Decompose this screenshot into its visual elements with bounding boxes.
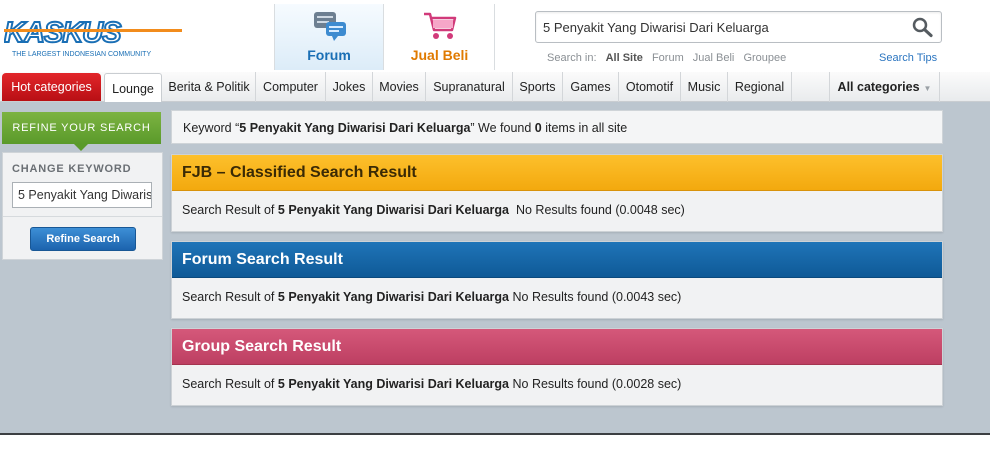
search-summary: Keyword “5 Penyakit Yang Diwarisi Dari K… bbox=[171, 110, 943, 144]
forum-result-panel: Forum Search Result Search Result of 5 P… bbox=[171, 241, 943, 319]
logo-wordmark: KASKUS bbox=[4, 18, 122, 49]
category-music[interactable]: Music bbox=[681, 72, 728, 102]
result-keyword: 5 Penyakit Yang Diwarisi Dari Keluarga bbox=[277, 377, 510, 391]
category-jokes[interactable]: Jokes bbox=[326, 72, 373, 102]
fjb-result-title: FJB – Classified Search Result bbox=[172, 155, 942, 191]
header-tab-forum[interactable]: Forum bbox=[274, 4, 384, 70]
search-scope-label: Search in: bbox=[547, 52, 597, 64]
result-prefix: Search Result of bbox=[182, 203, 278, 217]
refine-tab-pointer bbox=[74, 144, 88, 151]
shopping-cart-icon bbox=[424, 12, 457, 39]
search-input[interactable] bbox=[536, 12, 896, 42]
search-icon bbox=[912, 17, 933, 38]
result-status: No Results found (0.0043 sec) bbox=[509, 290, 682, 304]
search-tips-link[interactable]: Search Tips bbox=[879, 52, 937, 64]
search-button[interactable] bbox=[911, 16, 935, 38]
refine-search-button[interactable]: Refine Search bbox=[30, 227, 136, 251]
kaskus-logo-icon: KASKUS THE LARGEST INDONESIAN COMMUNITY bbox=[4, 18, 182, 58]
category-lounge[interactable]: Lounge bbox=[104, 73, 162, 102]
group-result-panel: Group Search Result Search Result of 5 P… bbox=[171, 328, 943, 406]
forum-result-title: Forum Search Result bbox=[172, 242, 942, 278]
category-supranatural[interactable]: Supranatural bbox=[426, 72, 513, 102]
search-scope-options: Search in: All Site Forum Jual Beli Grou… bbox=[547, 52, 792, 64]
summary-middle: ” We found bbox=[470, 121, 535, 135]
chevron-down-icon: ▼ bbox=[923, 84, 932, 93]
kaskus-logo[interactable]: KASKUS THE LARGEST INDONESIAN COMMUNITY bbox=[4, 18, 184, 62]
result-prefix: Search Result of bbox=[182, 290, 278, 304]
search-scope-jual-beli[interactable]: Jual Beli bbox=[693, 52, 735, 64]
group-result-title: Group Search Result bbox=[172, 329, 942, 365]
search-results-area: REFINE YOUR SEARCH Keyword “5 Penyakit Y… bbox=[0, 102, 990, 433]
refine-search-tab: REFINE YOUR SEARCH bbox=[2, 112, 161, 144]
hot-categories-button[interactable]: Hot categories bbox=[2, 73, 101, 101]
change-keyword-label: CHANGE KEYWORD bbox=[12, 163, 132, 175]
summary-keyword: 5 Penyakit Yang Diwarisi Dari Keluarga bbox=[239, 121, 471, 135]
search-scope-forum[interactable]: Forum bbox=[652, 52, 684, 64]
logo-tagline: THE LARGEST INDONESIAN COMMUNITY bbox=[12, 51, 151, 58]
header-tab-jual-beli[interactable]: Jual Beli bbox=[385, 4, 495, 70]
panel-divider bbox=[3, 216, 162, 217]
category-sports[interactable]: Sports bbox=[513, 72, 563, 102]
category-games[interactable]: Games bbox=[563, 72, 619, 102]
change-keyword-panel: CHANGE KEYWORD Refine Search bbox=[2, 152, 163, 260]
fjb-result-panel: FJB – Classified Search Result Search Re… bbox=[171, 154, 943, 232]
category-regional[interactable]: Regional bbox=[728, 72, 792, 102]
result-prefix: Search Result of bbox=[182, 377, 278, 391]
result-keyword: 5 Penyakit Yang Diwarisi Dari Keluarga bbox=[277, 203, 510, 217]
category-computer[interactable]: Computer bbox=[256, 72, 326, 102]
forum-result-message: Search Result of 5 Penyakit Yang Diwaris… bbox=[172, 278, 942, 318]
group-result-message: Search Result of 5 Penyakit Yang Diwaris… bbox=[172, 365, 942, 405]
summary-suffix: items in all site bbox=[541, 121, 628, 135]
page-bottom-border bbox=[0, 433, 990, 435]
header-tab-label: Forum bbox=[307, 47, 351, 63]
category-movies[interactable]: Movies bbox=[373, 72, 426, 102]
result-status: No Results found (0.0048 sec) bbox=[509, 203, 685, 217]
forum-chat-icon bbox=[314, 12, 346, 41]
result-keyword: 5 Penyakit Yang Diwarisi Dari Keluarga bbox=[277, 290, 510, 304]
category-otomotif[interactable]: Otomotif bbox=[619, 72, 681, 102]
all-categories-dropdown[interactable]: All categories ▼ bbox=[829, 72, 940, 102]
header-tab-label: Jual Beli bbox=[410, 47, 469, 63]
all-categories-label: All categories bbox=[837, 80, 920, 94]
category-berita-politik[interactable]: Berita & Politik bbox=[163, 72, 256, 102]
logo-swoosh bbox=[4, 29, 182, 32]
site-header: KASKUS THE LARGEST INDONESIAN COMMUNITY … bbox=[0, 0, 990, 72]
search-scope-groupee[interactable]: Groupee bbox=[743, 52, 786, 64]
site-search-box bbox=[535, 11, 942, 43]
fjb-result-message: Search Result of 5 Penyakit Yang Diwaris… bbox=[172, 191, 942, 231]
summary-count: 0 bbox=[534, 121, 542, 135]
keyword-input[interactable] bbox=[12, 182, 152, 208]
summary-prefix: Keyword “ bbox=[183, 121, 240, 135]
search-scope-all-site[interactable]: All Site bbox=[606, 52, 643, 64]
category-nav: Hot categories Lounge Berita & Politik C… bbox=[0, 72, 990, 102]
result-status: No Results found (0.0028 sec) bbox=[509, 377, 682, 391]
